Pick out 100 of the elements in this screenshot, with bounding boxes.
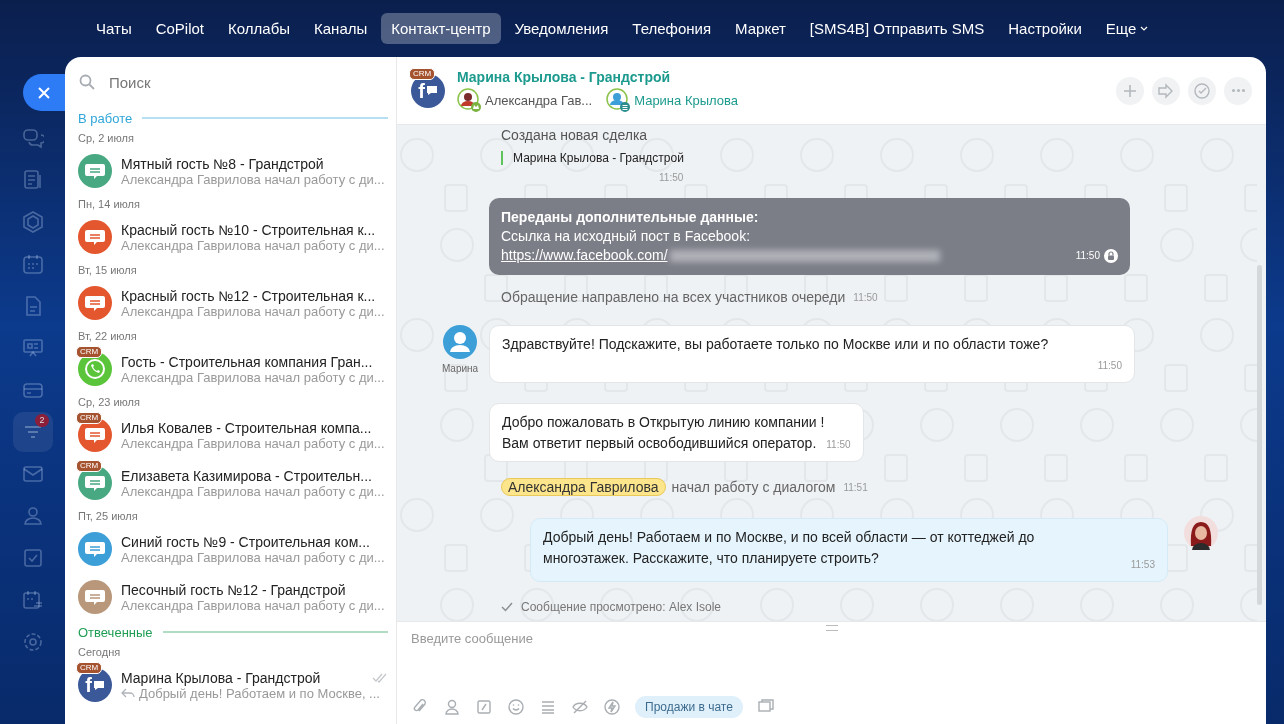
toolbar-button[interactable] xyxy=(539,698,557,716)
chat-preview: Александра Гаврилова начал работу с ди... xyxy=(121,237,385,253)
nav-tab[interactable]: Еще xyxy=(1095,13,1159,44)
eye-off-icon xyxy=(571,698,589,716)
chat-title: Елизавета Казимирова - Строительн... xyxy=(121,467,372,484)
deal-link[interactable]: Марина Крылова - Грандстрой xyxy=(501,151,684,165)
nav-tab[interactable]: Контакт-центр xyxy=(381,13,501,44)
section-title: В работе xyxy=(78,110,133,126)
chat-list-item[interactable]: CRM f Марина Крылова - Грандстрой Добрый день! Работаем и по Москве, ... xyxy=(78,661,388,709)
smiley-icon xyxy=(507,698,525,716)
chat-list-item[interactable]: Красный гость №12 - Строительная к... Александра Гаврилова начал работу с ди... xyxy=(78,279,388,327)
checkbox-icon xyxy=(21,547,44,569)
scrollbar[interactable] xyxy=(1257,265,1262,605)
nav-tab[interactable]: Настройки xyxy=(998,13,1092,44)
date-label: Ср, 23 июля xyxy=(78,395,141,410)
date-label: Вт, 15 июля xyxy=(78,263,138,278)
close-button[interactable] xyxy=(23,74,65,111)
nav-tab[interactable]: CoPilot xyxy=(145,13,215,44)
hexagon-icon xyxy=(21,211,44,233)
chat-preview: Александра Гаврилова начал работу с ди... xyxy=(121,597,385,613)
chat-preview: Александра Гаврилова начал работу с ди... xyxy=(121,549,385,565)
toolbar-button[interactable] xyxy=(475,698,493,716)
nav-tab[interactable]: Чаты xyxy=(86,13,142,44)
nav-tab[interactable]: Каналы xyxy=(304,13,378,44)
card-title: Переданы дополнительные данные: xyxy=(501,208,760,227)
avatar-letter: f xyxy=(85,675,92,695)
chat-title: Илья Ковалев - Строительная компа... xyxy=(121,419,372,436)
chat-list-item[interactable]: Мятный гость №8 - Грандстрой Александра Гаврилова начал работу с ди... xyxy=(78,147,388,195)
toolbar-button[interactable] xyxy=(507,698,525,716)
nav-tab[interactable]: Маркет xyxy=(725,13,796,44)
message-text: Вам ответит первый освободившийся оператор. xyxy=(502,435,817,451)
chat-title: Марина Крылова - Грандстрой xyxy=(121,669,321,686)
add-button[interactable] xyxy=(1116,76,1144,105)
timestamp: 11:50 xyxy=(853,291,878,303)
user-avatar-icon xyxy=(1184,516,1218,550)
chat-preview: Александра Гаврилова начал работу с ди... xyxy=(121,369,385,385)
date-label: Ср, 2 июля xyxy=(78,131,135,146)
chat-title: Красный гость №12 - Строительная к... xyxy=(121,287,376,304)
finish-button[interactable] xyxy=(1188,76,1216,105)
chat-list-item[interactable]: Песочный гость №12 - Грандстрой Александра Гаврилова начал работу с ди... xyxy=(78,573,388,621)
chat-list-item[interactable]: CRM Гость - Строительная компания Гран... Александра Гаврилова начал работу с ди... xyxy=(78,345,388,393)
more-icon xyxy=(1231,89,1245,92)
rail-item[interactable]: 2 xyxy=(12,412,53,452)
chat-title: Красный гость №10 - Строительная к... xyxy=(121,221,376,238)
author-name: Марина xyxy=(441,363,479,374)
post-link[interactable]: https://www.facebook.com/ xyxy=(501,246,668,265)
chat-list-item[interactable]: CRM Илья Ковалев - Строительная компа... Александра Гаврилова начал работу с ди... xyxy=(78,411,388,459)
toolbar-button[interactable] xyxy=(443,698,461,716)
chat-icon xyxy=(21,127,44,149)
user-avatar-icon xyxy=(606,88,631,112)
timestamp: 11:50 xyxy=(1075,249,1100,263)
toolbar-button[interactable] xyxy=(571,698,589,716)
date-label: Пн, 14 июля xyxy=(78,197,141,212)
forward-button[interactable] xyxy=(1152,76,1180,105)
date-label: Вт, 22 июля xyxy=(78,329,138,344)
document-icon xyxy=(21,169,44,191)
user-avatar-icon xyxy=(443,325,477,359)
slash-box-icon xyxy=(475,698,493,716)
message-text: Добро пожаловать в Открытую линию компании ! xyxy=(502,414,825,430)
message-text: Добрый день! Работаем и по Москве, и по всей области — от коттеджей до xyxy=(543,529,1035,545)
nav-tab[interactable]: Коллабы xyxy=(218,13,300,44)
arrow-icon xyxy=(1157,81,1175,100)
crm-badge: CRM xyxy=(409,67,436,80)
calendar-icon xyxy=(21,253,44,275)
count-badge: 2 xyxy=(35,414,49,427)
user-icon xyxy=(443,698,461,716)
date-label: Сегодня xyxy=(78,645,122,660)
nav-tab[interactable]: Телефония xyxy=(622,13,722,44)
user-avatar-icon xyxy=(457,88,481,112)
timestamp: 11:53 xyxy=(1130,558,1155,572)
schedule-icon xyxy=(21,589,44,611)
crm-badge: CRM xyxy=(76,412,103,424)
nav-tab[interactable]: [SMS4B] Отправить SMS xyxy=(799,13,995,44)
message-text: Здравствуйте! Подскажите, вы работаете только по Москве или и по области тоже? xyxy=(502,335,1050,354)
lock-icon xyxy=(1104,248,1118,263)
search-icon xyxy=(79,74,95,90)
chat-list-item[interactable]: CRM Елизавета Казимирова - Строительн... Александра Гаврилова начал работу с ди... xyxy=(78,459,388,507)
chat-list-item[interactable]: Красный гость №10 - Строительная к... Александра Гаврилова начал работу с ди... xyxy=(78,213,388,261)
crm-badge: CRM xyxy=(76,662,103,674)
participant-name[interactable]: Александра Гав... xyxy=(485,92,593,108)
mail-icon xyxy=(21,463,44,485)
avatar-letter: f xyxy=(418,80,425,101)
timestamp: 11:51 xyxy=(843,481,868,493)
system-message: начал работу с диалогом xyxy=(671,479,836,495)
chat-title: Песочный гость №12 - Грандстрой xyxy=(121,581,346,598)
more-button[interactable] xyxy=(1224,76,1252,105)
chat-list-item[interactable]: Синий гость №9 - Строительная ком... Александра Гаврилова начал работу с ди... xyxy=(78,525,388,573)
check-circle-icon xyxy=(1193,81,1211,100)
toolbar-button[interactable] xyxy=(603,698,621,716)
date-label: Пт, 25 июля xyxy=(78,509,139,524)
chat-title: Мятный гость №8 - Грандстрой xyxy=(121,155,324,172)
participant-name[interactable]: Марина Крылова xyxy=(634,92,738,108)
chat-preview: Александра Гаврилова начал работу с ди... xyxy=(121,435,385,451)
read-receipt: Сообщение просмотрено: Alex Isole xyxy=(521,600,721,614)
lightning-icon xyxy=(603,698,621,716)
crm-badge: CRM xyxy=(76,346,103,358)
nav-tab[interactable]: Уведомления xyxy=(504,13,619,44)
sales-button[interactable]: Продажи в чате xyxy=(635,696,743,718)
list-icon xyxy=(539,698,557,716)
operator-name[interactable]: Александра Гаврилова xyxy=(501,478,666,496)
